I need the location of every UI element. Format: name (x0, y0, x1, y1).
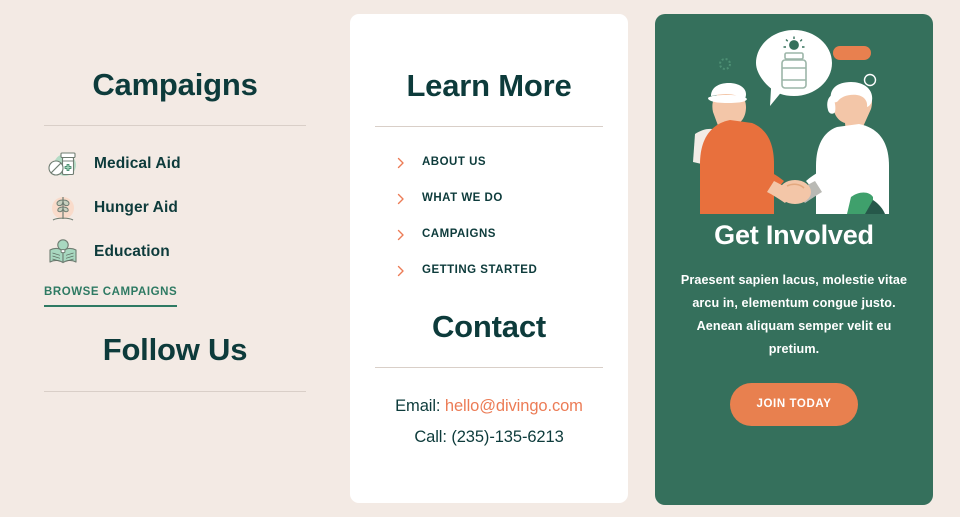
contact-divider (375, 367, 603, 369)
campaign-item-medical-aid[interactable]: Medical Aid (44, 142, 306, 186)
learn-more-link-label: ABOUT US (422, 156, 487, 169)
contact-details: Email: hello@divingo.com Call: (235)-135… (375, 391, 603, 453)
learn-more-link-getting-started[interactable]: GETTING STARTED (375, 252, 603, 288)
contact-email-label: Email: (395, 397, 441, 416)
campaigns-heading: Campaigns (92, 67, 258, 102)
learn-more-heading: Learn More (406, 68, 572, 103)
follow-us-heading: Follow Us (102, 332, 248, 368)
contact-email-row: Email: hello@divingo.com (375, 391, 603, 422)
contact-phone-label: Call: (414, 428, 447, 447)
campaign-item-hunger-aid[interactable]: Hunger Aid (44, 186, 306, 230)
browse-campaigns-wrap: BROWSE CAMPAIGNS (44, 282, 306, 308)
chevron-right-icon (397, 264, 405, 277)
chevron-right-icon (397, 156, 405, 169)
join-today-button[interactable]: JOIN TODAY (730, 383, 858, 426)
pill-bottle-icon (44, 145, 82, 183)
campaign-list: Medical Aid Hunger Aid Education (44, 142, 306, 274)
learn-more-link-label: WHAT WE DO (422, 192, 503, 205)
campaigns-divider (44, 125, 306, 127)
chevron-right-icon (397, 192, 405, 205)
learn-more-link-label: GETTING STARTED (422, 264, 538, 277)
contact-phone-row: Call: (235)-135-6213 (375, 422, 603, 453)
campaign-item-label: Hunger Aid (94, 199, 178, 217)
sprout-plant-icon (44, 189, 82, 227)
campaign-item-label: Education (94, 243, 170, 261)
handshake-donation-illustration (655, 14, 933, 214)
campaign-item-label: Medical Aid (94, 155, 181, 173)
learn-more-link-list: ABOUT US WHAT WE DO CAMPAIGNS GETTING ST… (375, 144, 603, 288)
learn-more-link-label: CAMPAIGNS (422, 228, 496, 241)
get-involved-title: Get Involved (714, 220, 874, 250)
learn-more-link-what-we-do[interactable]: WHAT WE DO (375, 180, 603, 216)
learn-more-link-about-us[interactable]: ABOUT US (375, 144, 603, 180)
learn-more-card: Learn More ABOUT US WHAT WE DO CAMPAIGNS (350, 14, 628, 503)
learn-more-divider (375, 126, 603, 128)
contact-email-link[interactable]: hello@divingo.com (445, 397, 583, 415)
contact-phone-value: (235)-135-6213 (451, 428, 564, 447)
get-involved-body: Praesent sapien lacus, molestie vitae ar… (680, 273, 908, 356)
chevron-right-icon (397, 228, 405, 241)
learn-more-link-campaigns[interactable]: CAMPAIGNS (375, 216, 603, 252)
campaigns-column: Campaigns Medical Aid Hunger Aid Educati… (0, 0, 350, 517)
join-today-wrap: JOIN TODAY (655, 383, 933, 426)
contact-heading: Contact (432, 309, 546, 345)
site-footer: Campaigns Medical Aid Hunger Aid Educati… (0, 0, 960, 517)
browse-campaigns-link[interactable]: BROWSE CAMPAIGNS (44, 286, 178, 308)
follow-us-divider (44, 391, 306, 393)
campaign-item-education[interactable]: Education (44, 230, 306, 274)
get-involved-card: Get Involved Praesent sapien lacus, mole… (655, 14, 933, 505)
open-book-lightbulb-icon (44, 233, 82, 271)
